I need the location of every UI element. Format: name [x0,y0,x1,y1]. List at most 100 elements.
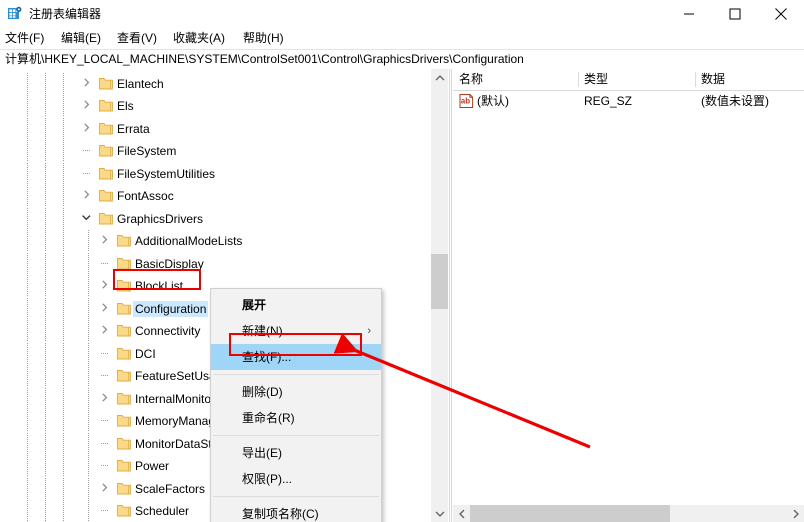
tree-guide-line [45,477,46,500]
tree-guide-line [27,455,28,477]
context-menu-item[interactable]: 删除(D) [211,379,381,405]
tree-guide-line [88,410,89,432]
tree-connector-line [101,465,108,466]
tree-guide-line [27,320,28,342]
tree-item-label: Power [135,459,170,473]
tree-guide-line [45,275,46,297]
svg-text:ab: ab [461,97,470,106]
tree-guide-line [45,297,46,320]
folder-icon [99,144,113,157]
scroll-down-arrow-icon[interactable] [431,505,448,522]
tree-guide-line [45,72,46,95]
folder-icon [117,279,131,292]
tree-guide-line [63,432,64,455]
chevron-right-icon[interactable] [81,77,94,90]
tree-scrollbar-thumb[interactable] [431,254,448,309]
tree-guide-line [88,455,89,477]
tree-item[interactable]: BasicDisplay [0,252,430,275]
close-button[interactable] [758,0,804,28]
context-menu-item[interactable]: 展开 [211,292,381,318]
menubar-item-1[interactable]: 编辑(E) [56,28,106,49]
chevron-right-icon[interactable] [99,392,112,405]
tree-item-label: FileSystem [117,144,177,158]
menubar-item-0[interactable]: 文件(F) [0,28,49,49]
context-menu-item[interactable]: 重命名(R) [211,405,381,431]
tree-guide-line [88,387,89,410]
tree-guide-line [45,95,46,117]
tree-item[interactable]: FileSystemUtilities [0,162,430,185]
tree-item-label: Elantech [117,76,164,91]
context-menu-item-label: 导出(E) [242,446,282,460]
tree-guide-line [63,95,64,117]
tree-guide-line [27,230,28,252]
tree-item[interactable]: Elantech [0,72,430,95]
registry-editor-icon [7,6,23,22]
folder-icon [117,234,131,247]
scroll-up-arrow-icon[interactable] [431,69,448,86]
context-menu-item[interactable]: 权限(P)... [211,466,381,492]
context-menu-item[interactable]: 复制项名称(C) [211,501,381,522]
tree-item[interactable]: AdditionalModeLists [0,230,430,252]
minimize-button[interactable] [666,0,712,28]
values-horizontal-scrollbar[interactable] [453,504,804,522]
tree-guide-line [63,477,64,500]
tree-connector-line [101,375,108,376]
chevron-right-icon[interactable] [99,302,112,315]
tree-item[interactable]: GraphicsDrivers [0,207,430,230]
tree-guide-line [63,410,64,432]
value-column-header[interactable]: 数据 [695,69,804,90]
value-column-header[interactable]: 名称 [453,69,578,90]
column-separator[interactable] [578,72,579,87]
tree-item-label: FileSystemUtilities [117,166,216,181]
folder-icon [99,167,113,180]
tree-vertical-scrollbar[interactable] [431,69,448,522]
tree-guide-line [88,275,89,297]
context-menu-separator [213,374,379,375]
chevron-right-icon[interactable] [81,189,94,202]
tree-guide-line [27,432,28,455]
menubar-item-2[interactable]: 查看(V) [112,28,162,49]
scroll-left-arrow-icon[interactable] [453,505,470,522]
tree-item[interactable]: FileSystem [0,140,430,162]
tree-guide-line [45,252,46,275]
tree-item[interactable]: FontAssoc [0,185,430,207]
value-column-header[interactable]: 类型 [578,69,695,90]
address-bar[interactable]: 计算机\HKEY_LOCAL_MACHINE\SYSTEM\ControlSet… [0,49,804,70]
chevron-right-icon[interactable] [99,482,112,495]
tree-guide-line [45,432,46,455]
menubar-item-3[interactable]: 收藏夹(A) [168,28,230,49]
context-menu-item[interactable]: 新建(N) › [211,318,381,344]
tree-item[interactable]: Errata [0,117,430,140]
tree-item[interactable]: Els [0,95,430,117]
tree-item-label: DCI [135,346,156,361]
tree-item-label: AdditionalModeLists [135,234,243,248]
tree-guide-line [63,230,64,252]
values-scrollbar-thumb[interactable] [470,505,670,522]
tree-guide-line [45,365,46,387]
column-separator[interactable] [695,72,696,87]
folder-icon [117,392,131,405]
maximize-button[interactable] [712,0,758,28]
chevron-right-icon[interactable] [99,234,112,247]
menubar-item-4[interactable]: 帮助(H) [238,28,289,49]
tree-guide-line [27,387,28,410]
chevron-right-icon[interactable] [81,99,94,112]
tree-guide-line [45,455,46,477]
context-menu-separator [213,496,379,497]
tree-item-label: BasicDisplay [135,256,204,271]
folder-icon [117,482,131,495]
folder-icon [117,302,131,315]
tree-guide-line [63,207,64,230]
chevron-right-icon[interactable] [99,324,112,337]
folder-icon [117,369,131,382]
chevron-right-icon[interactable] [81,122,94,135]
folder-icon [117,437,131,450]
tree-guide-line [63,342,64,365]
context-menu-item[interactable]: 查找(F)... [211,344,381,370]
tree-guide-line [45,230,46,252]
context-menu-item[interactable]: 导出(E) [211,440,381,466]
scroll-right-arrow-icon[interactable] [787,505,804,522]
chevron-right-icon[interactable] [99,279,112,292]
chevron-down-icon[interactable] [81,212,94,225]
value-row[interactable]: ab (默认) REG_SZ (数值未设置) [453,90,804,112]
